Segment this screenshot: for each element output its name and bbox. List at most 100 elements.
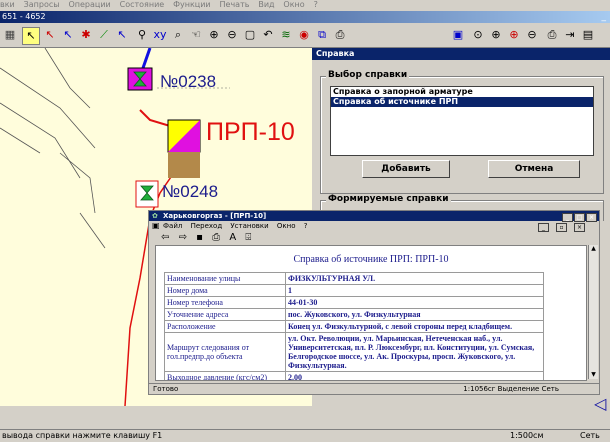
table-row: Наименование улицы ФИЗКУЛЬТУРНАЯ УЛ. (164, 272, 544, 285)
report-title: Справка об источнике ПРП: ПРП-10 (293, 254, 449, 265)
row-key: Расположение (164, 320, 286, 333)
zoom-glass-plus-icon[interactable]: ⊕ (488, 27, 504, 43)
list-item-selected[interactable]: Справка об источнике ПРП (331, 97, 593, 107)
report-window-titlebar: ✿ Харьковгоргаз - [ПРП-10] _ □ × (149, 211, 599, 222)
zoom-box-icon[interactable]: ▢ (242, 27, 258, 43)
scroll-up-icon[interactable]: ▲ (589, 245, 598, 253)
row-key: Выходное давление (кгс/см2) (164, 371, 286, 380)
speaker-icon[interactable]: ◁ (594, 394, 606, 413)
back-arrow-icon[interactable]: ⇦ (161, 232, 169, 243)
zoom-glass-minus-icon[interactable]: ⊖ (524, 27, 540, 43)
save-icon[interactable]: ▪ (196, 232, 203, 243)
font-icon[interactable]: A (229, 232, 236, 243)
row-key: Номер дома (164, 284, 286, 297)
export-icon[interactable]: ⇥ (562, 27, 578, 43)
menu-item[interactable]: Окно (277, 222, 296, 230)
menu-item[interactable]: вки (0, 0, 15, 9)
report-menubar: ▣ Файл Переход Установки Окно ? _ ▫ × (149, 221, 599, 232)
mdi-restore-button[interactable]: ▫ (556, 223, 567, 232)
mdi-close-button[interactable]: × (574, 223, 585, 232)
table-row: Номер телефона 44-01-30 (164, 296, 544, 309)
minimize-icon[interactable]: _ (600, 11, 607, 23)
zoom-out-icon[interactable]: ⊖ (224, 27, 240, 43)
zoom-glass-icon[interactable]: ⊙ (470, 27, 486, 43)
pointer-line-icon[interactable]: ↖ (114, 27, 130, 43)
prp-base (168, 152, 200, 178)
target-icon[interactable]: ◉ (296, 27, 312, 43)
pointer-star-icon[interactable]: ✱ (78, 27, 94, 43)
document-title: 651 - 4652 (2, 12, 46, 21)
menu-item[interactable]: Файл (163, 222, 182, 230)
document-title-bar: 651 - 4652 _ (0, 11, 610, 23)
menu-item[interactable]: Переход (191, 222, 223, 230)
doc-icon: ▣ (152, 221, 160, 230)
table-row: Маршрут следования от гол.предпр.до объе… (164, 332, 544, 372)
grid-icon[interactable]: ▦ (2, 27, 18, 43)
preview-icon[interactable]: ⌹ (245, 232, 251, 243)
row-value: ФИЗКУЛЬТУРНАЯ УЛ. (285, 272, 544, 285)
pointer-red-icon[interactable]: ↖ (42, 27, 58, 43)
mdi-minimize-button[interactable]: _ (538, 223, 549, 232)
print-icon[interactable]: ⎙ (212, 232, 220, 243)
menu-item[interactable]: Операции (68, 0, 110, 9)
print-preview-icon[interactable]: ⎙ (544, 27, 560, 43)
report-window: ✿ Харьковгоргаз - [ПРП-10] _ □ × ▣ Файл Пе… (148, 210, 600, 395)
status-info: 1:1056сг Выделение Сеть (463, 385, 559, 393)
row-value: ул. Окт. Революции, ул. Марьинская, Нете… (285, 332, 544, 372)
main-menubar: вки Запросы Операции Состояние Функции П… (0, 0, 610, 11)
prp-label: ПРП-10 (206, 118, 295, 146)
row-value: 1 (285, 284, 544, 297)
row-value: Конец ул. Физкультурной, с левой стороны… (285, 320, 544, 333)
valve-0238-label: №0238 (160, 72, 217, 91)
row-value: 44-01-30 (285, 296, 544, 309)
table-row: Уточнение адреса пос. Жуковского, ул. Физ… (164, 308, 544, 321)
reference-list[interactable]: Справка о запорной арматуре Справка об и… (330, 86, 594, 156)
print-icon[interactable]: ⎙ (332, 27, 348, 43)
add-button[interactable]: Добавить (362, 160, 450, 178)
forward-arrow-icon[interactable]: ⇨ (179, 232, 187, 243)
menu-item[interactable]: Печать (220, 0, 250, 9)
zoom-glass-red-icon[interactable]: ⊕ (506, 27, 522, 43)
list-item[interactable]: Справка о запорной арматуре (331, 87, 593, 97)
zoom-in-icon[interactable]: ⊕ (206, 27, 222, 43)
line-tool-icon[interactable]: ⟋ (96, 27, 112, 43)
scroll-down-icon[interactable]: ▼ (589, 371, 598, 379)
search-icon[interactable]: ⌕ (170, 27, 186, 43)
menu-item[interactable]: Установки (230, 222, 268, 230)
dialog-title: Справка (312, 48, 610, 60)
row-value: пос. Жуковского, ул. Физкультурная (285, 308, 544, 321)
copy-icon[interactable]: ⧉ (314, 27, 330, 43)
table-row: Номер дома 1 (164, 284, 544, 297)
cancel-button[interactable]: Отмена (488, 160, 580, 178)
app-icon: ✿ (152, 212, 158, 220)
layers-view-icon[interactable]: ▤ (580, 27, 596, 43)
report-table: Наименование улицы ФИЗКУЛЬТУРНАЯ УЛ. Номе… (164, 272, 544, 380)
window-icon[interactable]: ▣ (450, 27, 466, 43)
menu-item[interactable]: Вид (258, 0, 274, 9)
xy-icon[interactable]: xy (152, 27, 168, 43)
main-statusbar: вывода справки нажмите клавишу F1 1:500с… (0, 429, 610, 442)
layers-icon[interactable]: ≋ (278, 27, 294, 43)
report-scrollbar[interactable]: ▲ ▼ (588, 245, 598, 379)
main-toolbar: ▦ ↖ ↖ ↖ ✱ ⟋ ↖ ⚲ xy ⌕ ☜ ⊕ ⊖ ▢ ↶ ≋ ◉ ⧉ ⎙ ▣… (0, 23, 610, 48)
table-row: Расположение Конец ул. Физкультурной, с л… (164, 320, 544, 333)
pointer-blue-icon[interactable]: ↖ (60, 27, 76, 43)
binoculars-icon[interactable]: ⚲ (134, 27, 150, 43)
menu-item[interactable]: Состояние (120, 0, 165, 9)
menu-item[interactable]: ? (314, 0, 318, 9)
menu-item[interactable]: Окно (283, 0, 304, 9)
report-toolbar: ⇦ ⇨ ▪ ⎙ A ⌹ (149, 231, 599, 245)
menu-item[interactable]: Функции (173, 0, 211, 9)
menu-item[interactable]: Запросы (24, 0, 60, 9)
menu-item[interactable]: ? (304, 222, 308, 230)
pan-hand-icon[interactable]: ☜ (188, 27, 204, 43)
status-hint: вывода справки нажмите клавишу F1 (2, 431, 163, 440)
report-document: Справка об источнике ПРП: ПРП-10 Наимено… (155, 245, 587, 381)
row-key: Номер телефона (164, 296, 286, 309)
select-arrow-icon[interactable]: ↖ (22, 27, 40, 45)
report-window-title: Харьковгоргаз - [ПРП-10] (163, 212, 267, 220)
undo-icon[interactable]: ↶ (260, 27, 276, 43)
row-value: 2.00 (285, 371, 544, 380)
table-row: Выходное давление (кгс/см2) 2.00 (164, 371, 544, 380)
valve-0248-label: №0248 (162, 182, 219, 201)
